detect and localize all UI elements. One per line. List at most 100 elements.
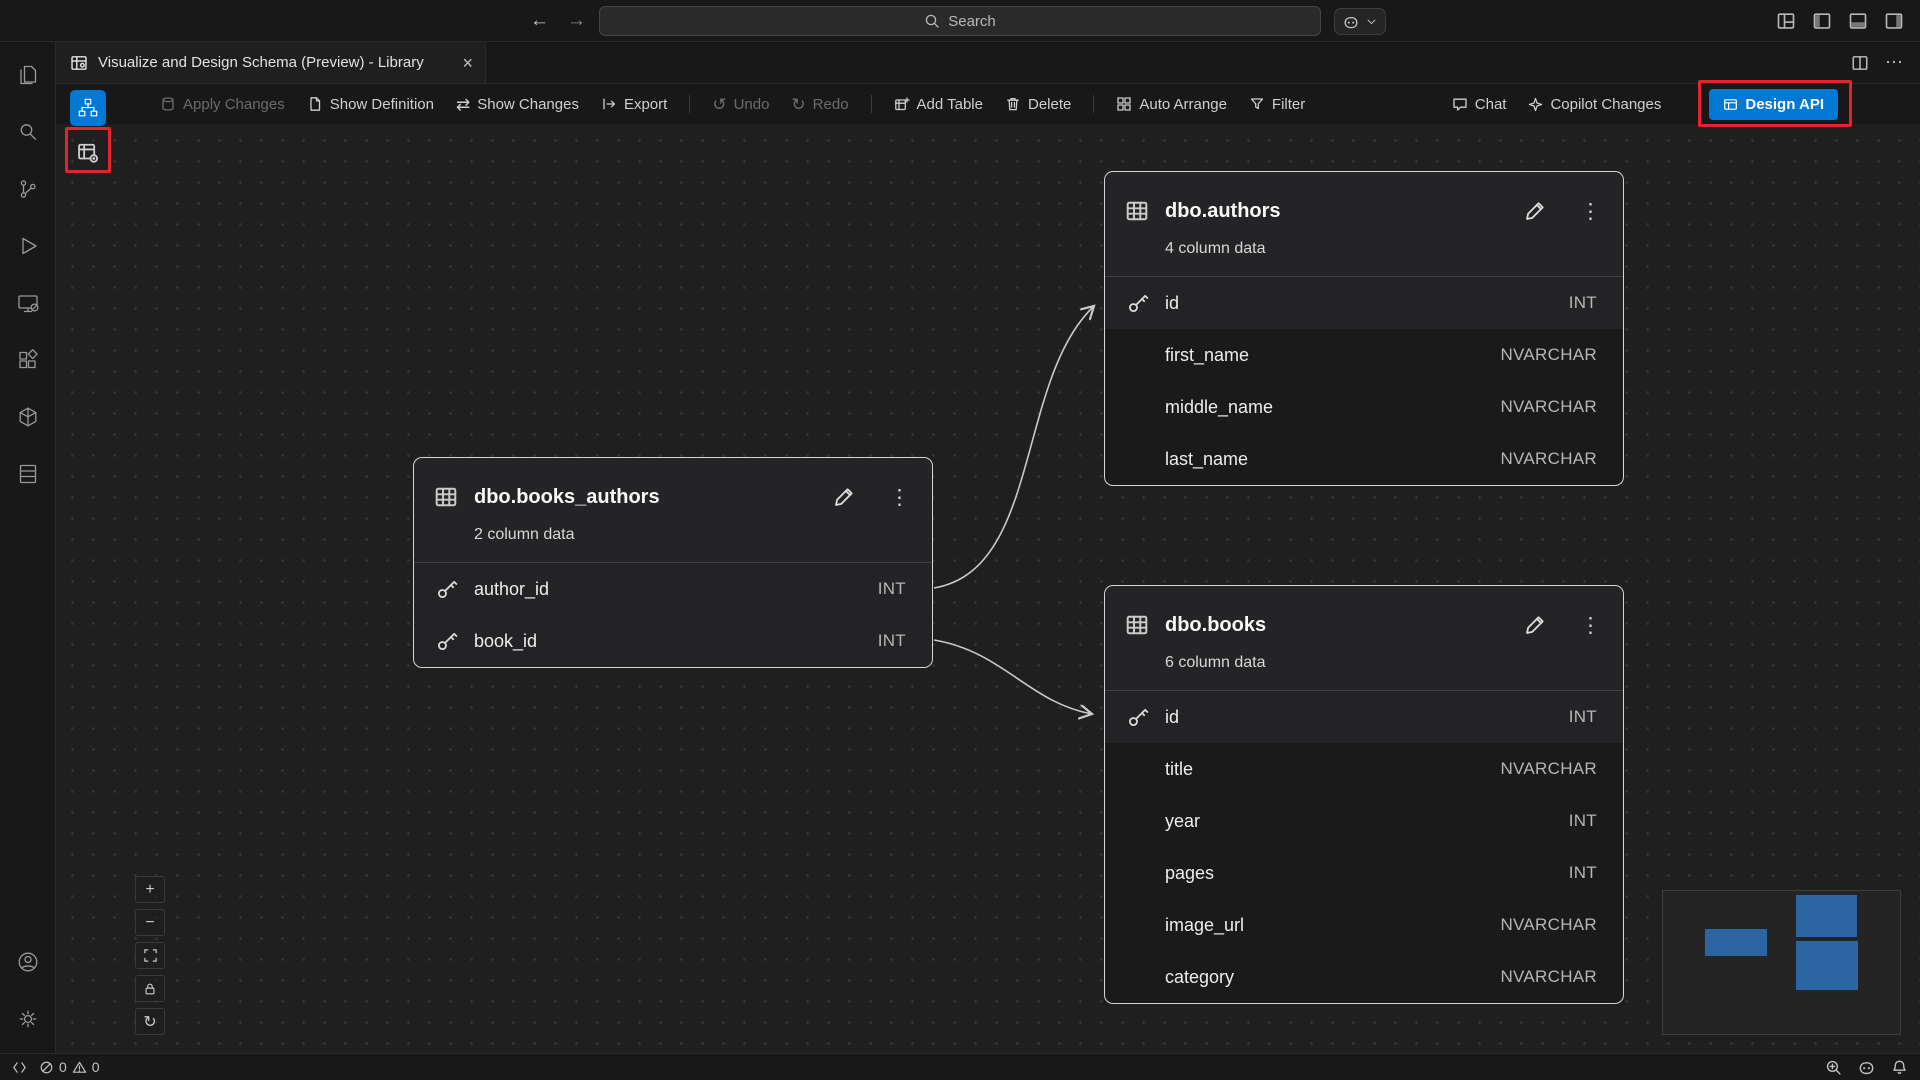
minimap[interactable] <box>1662 890 1901 1035</box>
remote-indicator[interactable] <box>12 1060 27 1075</box>
filter-button[interactable]: Filter <box>1249 96 1305 113</box>
copilot-changes-button[interactable]: Copilot Changes <box>1528 96 1661 113</box>
run-debug-icon[interactable] <box>4 217 52 274</box>
problems-indicator[interactable]: 0 0 <box>39 1059 100 1075</box>
undo-button[interactable]: ↺ Undo <box>712 96 769 113</box>
column-name: category <box>1165 967 1500 988</box>
tab-schema-designer[interactable]: Visualize and Design Schema (Preview) - … <box>56 42 486 83</box>
errors-count: 0 <box>59 1059 67 1075</box>
toggle-sidebar-icon[interactable] <box>1812 11 1832 31</box>
column-row[interactable]: category NVARCHAR <box>1105 951 1623 1003</box>
auto-arrange-button[interactable]: Auto Arrange <box>1116 96 1227 113</box>
notifications-bell-icon[interactable] <box>1891 1059 1908 1076</box>
show-changes-button[interactable]: ⇄ Show Changes <box>456 96 579 113</box>
editor-actions: ⋯ <box>1851 42 1920 83</box>
toggle-panel-icon[interactable] <box>1848 11 1868 31</box>
chat-button[interactable]: Chat <box>1452 96 1507 113</box>
edit-table-button[interactable] <box>1524 200 1546 222</box>
table-menu-button[interactable]: ⋮ <box>885 485 914 510</box>
tab-title: Visualize and Design Schema (Preview) - … <box>98 54 424 71</box>
table-menu-button[interactable]: ⋮ <box>1576 613 1605 638</box>
show-definition-label: Show Definition <box>330 96 434 113</box>
chat-label: Chat <box>1475 96 1507 113</box>
table-subtitle: 2 column data <box>474 524 914 546</box>
sparkle-icon <box>1528 97 1543 112</box>
column-row[interactable]: id INT <box>1105 277 1623 329</box>
visualize-schema-button[interactable] <box>70 90 106 126</box>
zoom-out-button[interactable]: − <box>135 909 165 936</box>
table-node-books-authors[interactable]: dbo.books_authors ⋮ 2 column data <box>413 457 933 668</box>
edit-table-button[interactable] <box>1524 614 1546 636</box>
show-changes-icon: ⇄ <box>456 96 470 113</box>
table-subtitle: 6 column data <box>1165 652 1605 674</box>
minimap-node <box>1705 929 1767 956</box>
table-node-authors[interactable]: dbo.authors ⋮ 4 column data <box>1104 171 1624 486</box>
status-bar-right <box>1825 1059 1908 1076</box>
key-icon <box>436 630 458 652</box>
back-icon[interactable]: ← <box>530 10 549 32</box>
column-row[interactable]: title NVARCHAR <box>1105 743 1623 795</box>
command-search-input[interactable]: Search <box>599 6 1321 36</box>
export-label: Export <box>624 96 667 113</box>
column-row[interactable]: last_name NVARCHAR <box>1105 433 1623 485</box>
filter-icon <box>1249 96 1265 112</box>
toggle-secondary-sidebar-icon[interactable] <box>1884 11 1904 31</box>
remote-explorer-icon[interactable] <box>4 274 52 331</box>
history-navigation: ← → <box>530 0 586 42</box>
column-row[interactable]: middle_name NVARCHAR <box>1105 381 1623 433</box>
key-icon <box>1127 292 1149 314</box>
design-api-button[interactable]: Design API <box>1709 89 1838 120</box>
column-row[interactable]: id INT <box>1105 691 1623 743</box>
title-bar: ← → Search <box>0 0 1920 42</box>
customize-layout-icon[interactable] <box>1776 11 1796 31</box>
apply-changes-icon <box>160 96 176 112</box>
more-actions-icon[interactable]: ⋯ <box>1885 52 1904 73</box>
table-definitions-button[interactable] <box>70 135 106 171</box>
copilot-menu-button[interactable] <box>1334 8 1386 35</box>
schema-explorer-icon[interactable] <box>4 445 52 502</box>
source-control-icon[interactable] <box>4 160 52 217</box>
editor-group: Visualize and Design Schema (Preview) - … <box>56 42 1920 1053</box>
redo-icon: ↻ <box>791 96 805 113</box>
tab-close-icon[interactable]: × <box>462 54 473 72</box>
show-definition-button[interactable]: Show Definition <box>307 96 434 113</box>
column-row[interactable]: pages INT <box>1105 847 1623 899</box>
explorer-icon[interactable] <box>4 46 52 103</box>
design-api-label: Design API <box>1745 96 1824 113</box>
table-subtitle: 4 column data <box>1165 238 1605 260</box>
table-menu-button[interactable]: ⋮ <box>1576 199 1605 224</box>
add-table-button[interactable]: Add Table <box>894 96 983 113</box>
column-row[interactable]: year INT <box>1105 795 1623 847</box>
reset-layout-button[interactable]: ↻ <box>135 1008 165 1035</box>
search-placeholder: Search <box>948 13 996 30</box>
split-editor-icon[interactable] <box>1851 54 1869 72</box>
settings-gear-icon[interactable] <box>4 990 52 1047</box>
column-type: INT <box>1569 863 1597 883</box>
column-name: image_url <box>1165 915 1500 936</box>
column-type: INT <box>1569 811 1597 831</box>
redo-label: Redo <box>813 96 849 113</box>
fit-view-button[interactable] <box>135 942 165 969</box>
table-node-books[interactable]: dbo.books ⋮ 6 column data <box>1104 585 1624 1004</box>
column-row[interactable]: image_url NVARCHAR <box>1105 899 1623 951</box>
export-button[interactable]: Export <box>601 96 667 113</box>
copilot-status-icon[interactable] <box>1858 1059 1875 1076</box>
column-row[interactable]: first_name NVARCHAR <box>1105 329 1623 381</box>
database-projects-icon[interactable] <box>4 388 52 445</box>
edit-table-button[interactable] <box>833 486 855 508</box>
search-view-icon[interactable] <box>4 103 52 160</box>
fit-view-icon <box>143 948 158 963</box>
extensions-icon[interactable] <box>4 331 52 388</box>
zoom-in-button[interactable]: + <box>135 876 165 903</box>
lock-canvas-button[interactable] <box>135 975 165 1002</box>
designer-side-toolbar <box>70 90 106 171</box>
account-icon[interactable] <box>4 933 52 990</box>
redo-button[interactable]: ↻ Redo <box>791 96 848 113</box>
column-row[interactable]: author_id INT <box>414 563 932 615</box>
forward-icon[interactable]: → <box>567 10 586 32</box>
delete-button[interactable]: Delete <box>1005 96 1071 113</box>
schema-canvas[interactable]: dbo.books_authors ⋮ 2 column data <box>56 124 1920 1053</box>
column-row[interactable]: book_id INT <box>414 615 932 667</box>
zoom-status-icon[interactable] <box>1825 1059 1842 1076</box>
apply-changes-button[interactable]: Apply Changes <box>160 96 285 113</box>
